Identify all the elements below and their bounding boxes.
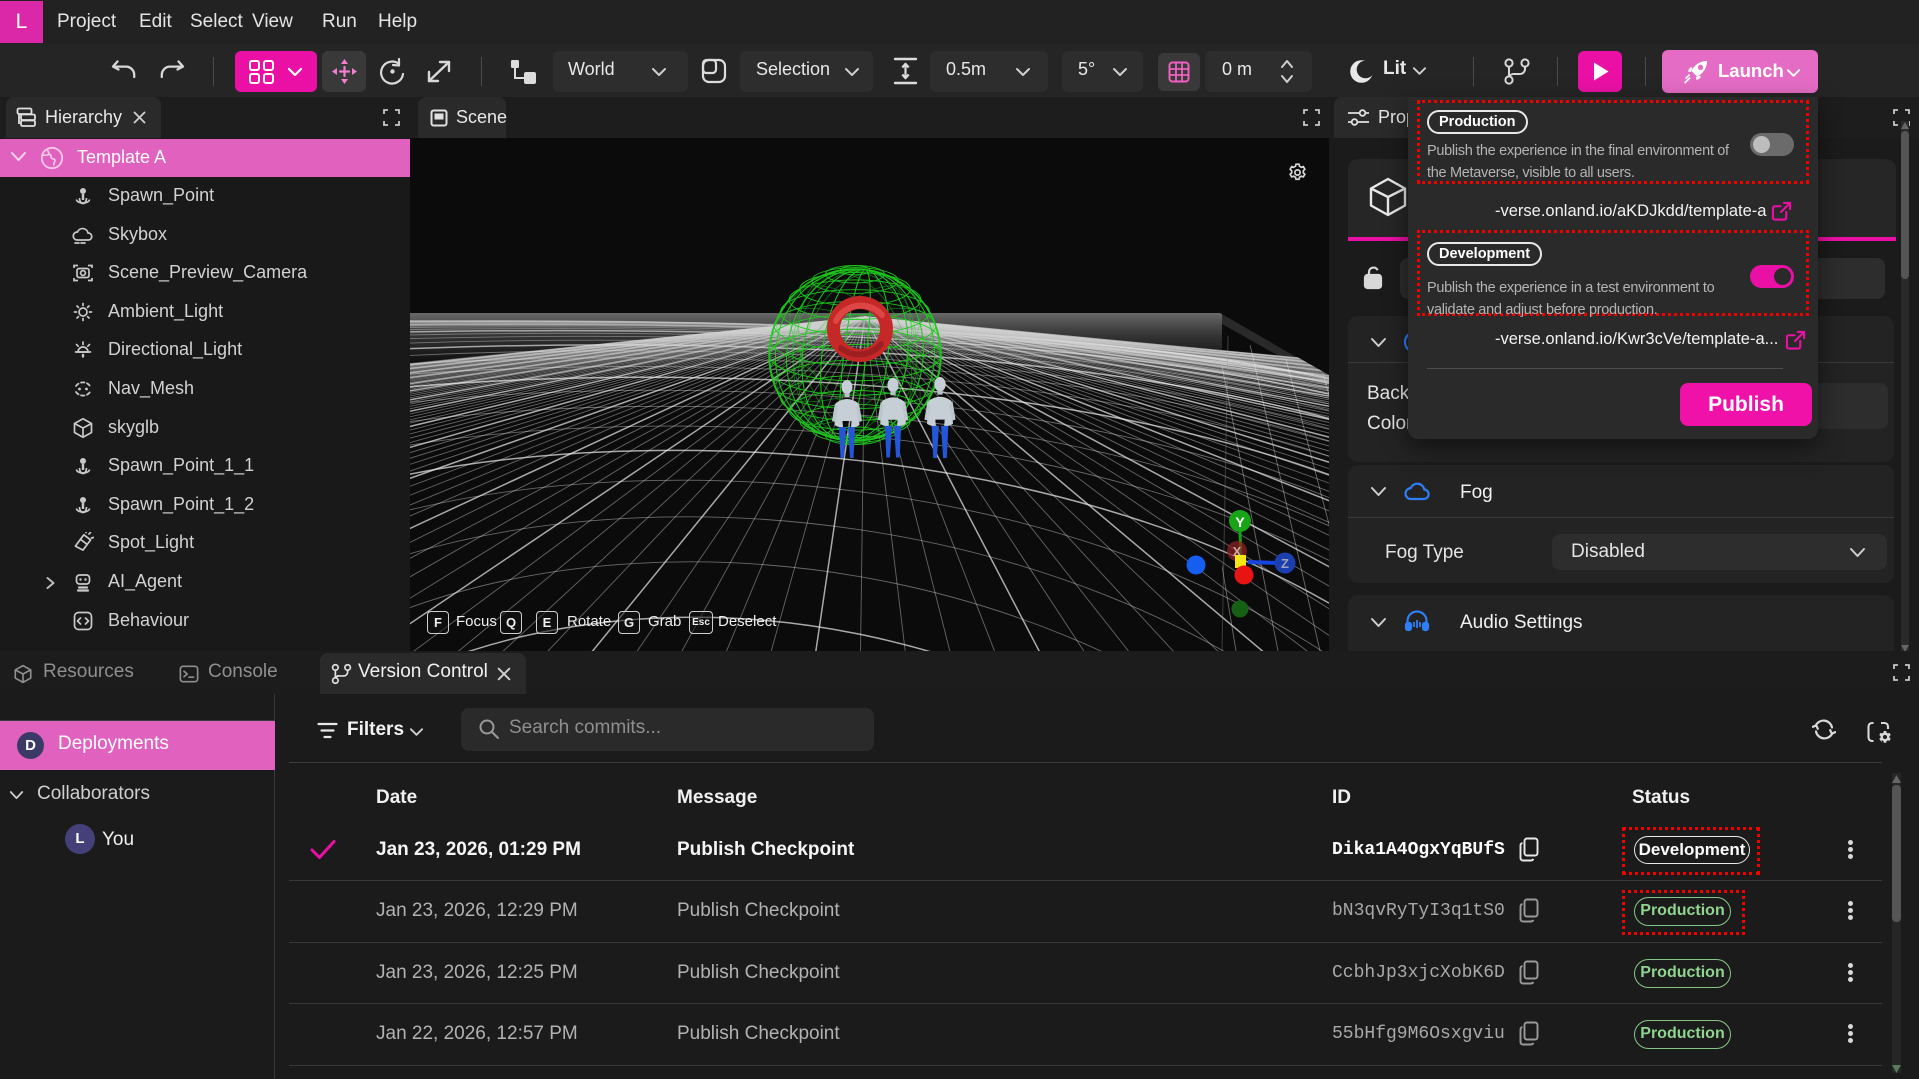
svg-text:Y: Y [1235,514,1245,530]
svg-text:Z: Z [1281,556,1289,571]
